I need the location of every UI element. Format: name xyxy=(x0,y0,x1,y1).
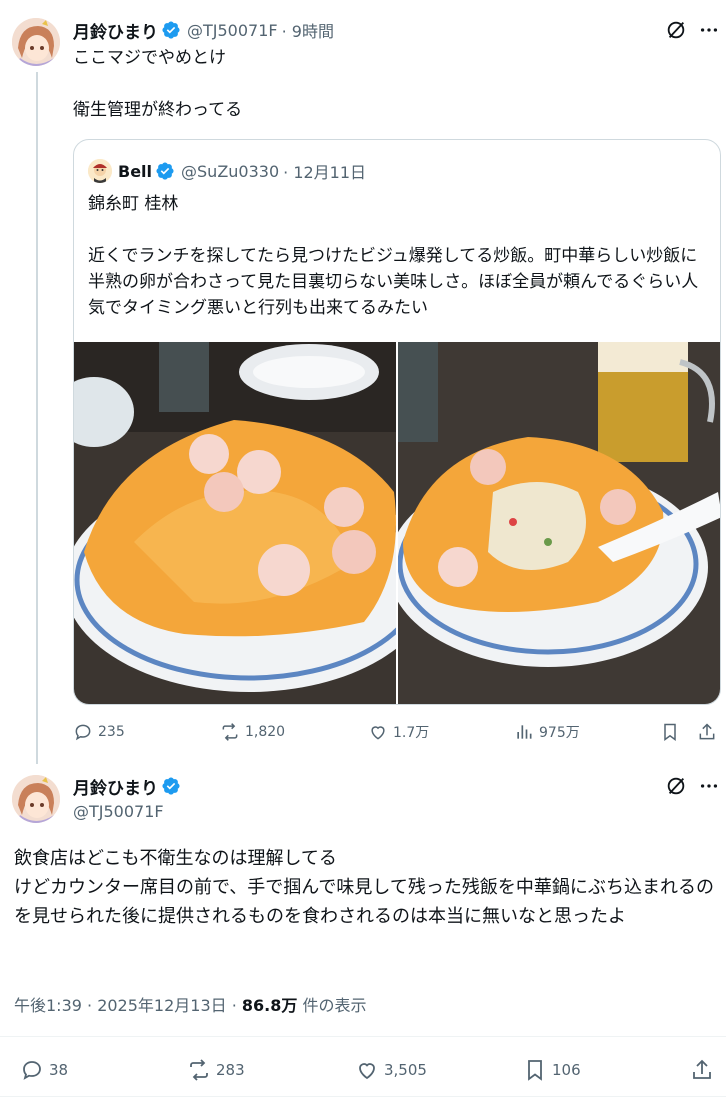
thread-line xyxy=(36,72,38,764)
handle[interactable]: @TJ50071F xyxy=(73,802,164,821)
divider xyxy=(0,1096,726,1097)
grok-icon[interactable] xyxy=(663,17,689,43)
post-text: ここマジでやめとけ 衛生管理が終わってる xyxy=(73,48,243,120)
post-text: 飲食店はどこも不衛生なのは理解してる けどカウンター席目の前で、手で掴んで味見し… xyxy=(14,848,715,927)
quote-avatar xyxy=(88,159,112,183)
quote-time: · 12月11日 xyxy=(283,163,367,182)
handle-row: @TJ50071F xyxy=(73,800,164,822)
more-icon[interactable] xyxy=(696,17,722,43)
views-button[interactable]: 975万 xyxy=(514,722,580,742)
bookmark-count: 106 xyxy=(552,1061,581,1079)
like-button[interactable]: 3,505 xyxy=(355,1058,427,1082)
more-icon[interactable] xyxy=(696,773,722,799)
repost-button[interactable]: 1,820 xyxy=(220,722,285,742)
avatar[interactable] xyxy=(12,775,60,823)
quote-text: 錦糸町 桂林 近くでランチを探してたら見つけたビジュ爆発してる炒飯。町中華らしい… xyxy=(88,194,699,318)
post-meta: 午後1:39 · 2025年12月13日 · 86.8万 件の表示 xyxy=(14,992,366,1016)
quote-header: Bell @SuZu0330 · 12月11日 xyxy=(118,159,366,183)
like-count: 3,505 xyxy=(384,1061,427,1079)
handle[interactable]: @TJ50071F xyxy=(187,21,278,40)
quote-photo-2[interactable] xyxy=(398,342,720,704)
quoted-post[interactable]: Bell @SuZu0330 · 12月11日 錦糸町 桂林 近くでランチを探し… xyxy=(73,139,721,705)
quote-photo-1[interactable] xyxy=(74,342,396,704)
avatar[interactable] xyxy=(12,18,60,66)
quote-handle: @SuZu0330 xyxy=(181,161,280,181)
reply-button[interactable]: 38 xyxy=(20,1058,68,1082)
verified-icon xyxy=(155,161,175,181)
post-header: 月鈴ひまり @TJ50071F · 9時間 xyxy=(73,18,334,43)
reply-button[interactable]: 235 xyxy=(73,722,125,742)
quote-display-name: Bell xyxy=(118,161,153,181)
grok-icon[interactable] xyxy=(663,773,689,799)
reply-count: 38 xyxy=(49,1061,69,1079)
views-count: 975万 xyxy=(539,725,580,741)
reply-count: 235 xyxy=(98,724,125,740)
display-name[interactable]: 月鈴ひまり xyxy=(73,18,158,43)
post-header: 月鈴ひまり xyxy=(73,774,181,799)
views-label: 件の表示 xyxy=(297,996,367,1015)
repost-button[interactable]: 283 xyxy=(187,1058,245,1082)
views-count: 86.8万 xyxy=(241,996,298,1015)
post-time[interactable]: · 9時間 xyxy=(282,18,334,42)
share-icon[interactable] xyxy=(690,1058,719,1082)
share-icon[interactable] xyxy=(697,722,722,742)
bookmark-icon[interactable] xyxy=(660,722,685,742)
like-button[interactable]: 1.7万 xyxy=(368,722,429,742)
post-timestamp[interactable]: 午後1:39 · 2025年12月13日 · xyxy=(14,996,242,1015)
divider xyxy=(0,1036,726,1037)
repost-count: 283 xyxy=(216,1061,245,1079)
like-count: 1.7万 xyxy=(393,725,430,741)
display-name[interactable]: 月鈴ひまり xyxy=(73,774,158,799)
verified-icon xyxy=(161,776,181,796)
bookmark-button[interactable]: 106 xyxy=(523,1058,581,1082)
repost-count: 1,820 xyxy=(245,724,286,740)
verified-icon xyxy=(161,20,181,40)
